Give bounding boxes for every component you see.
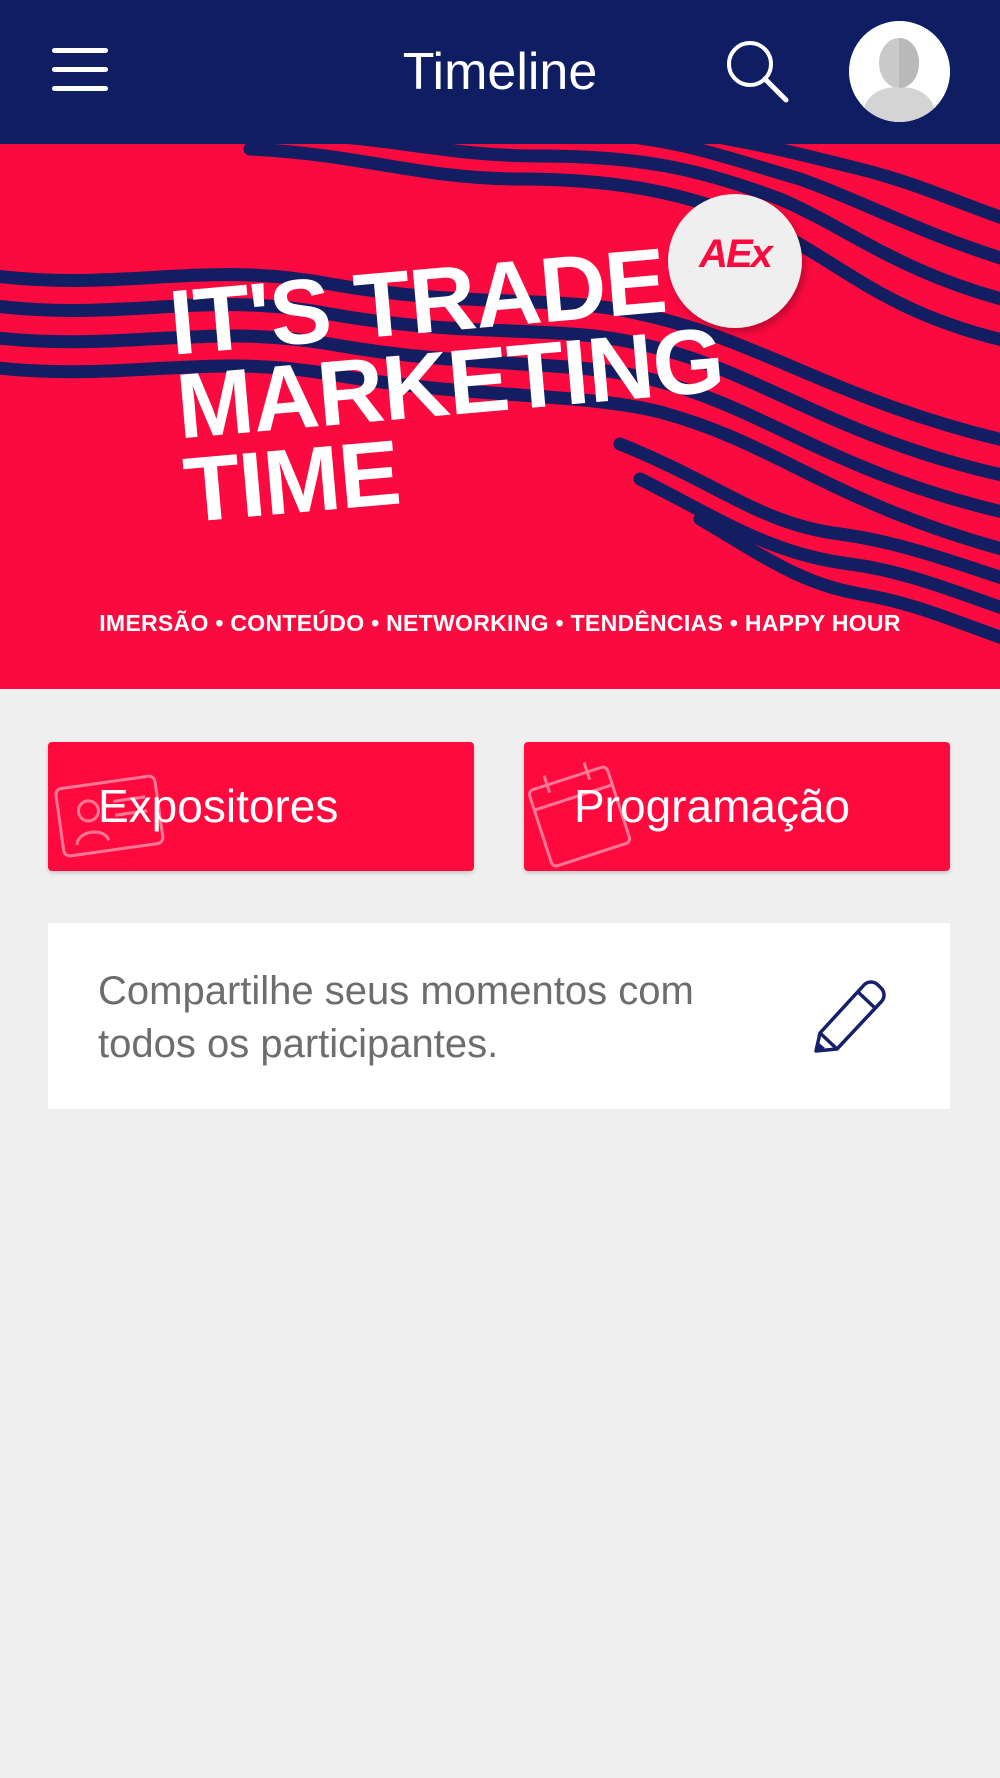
top-bar: Timeline — [0, 0, 1000, 144]
exhibitors-label: Expositores — [98, 780, 339, 832]
pencil-icon[interactable] — [806, 975, 890, 1059]
search-icon[interactable] — [724, 38, 790, 104]
aex-logo-sticker: AEx — [668, 194, 802, 328]
share-prompt-text: Compartilhe seus momentos com todos os p… — [98, 969, 694, 1066]
event-banner: IT'S TRADE MARKETING TIME AEx IMERSÃO • … — [0, 144, 1000, 689]
schedule-button[interactable]: Programação — [524, 742, 950, 871]
share-moment-card[interactable]: Compartilhe seus momentos com todos os p… — [48, 923, 950, 1109]
user-avatar-icon[interactable] — [849, 21, 950, 122]
banner-headline: IT'S TRADE MARKETING TIME — [165, 230, 734, 542]
menu-icon[interactable] — [48, 44, 112, 96]
schedule-label: Programação — [574, 780, 851, 832]
banner-tagline: IMERSÃO • CONTEÚDO • NETWORKING • TENDÊN… — [99, 610, 901, 636]
exhibitors-button[interactable]: Expositores — [48, 742, 474, 871]
aex-logo-text: AEx — [699, 232, 773, 276]
